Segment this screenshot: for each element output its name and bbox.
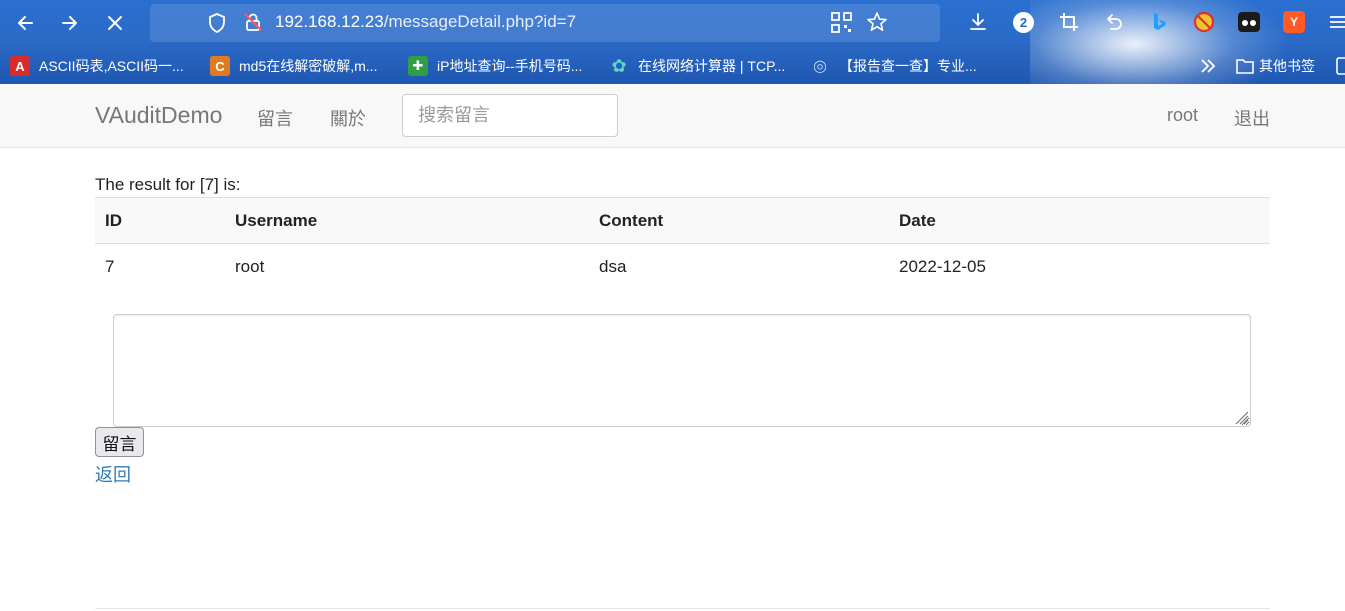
browser-nav-bar: 192.168.12.23/messageDetail.php?id=7 2 Y bbox=[0, 0, 1345, 46]
extension-icon[interactable] bbox=[1237, 11, 1261, 33]
back-link[interactable]: 返回 bbox=[95, 461, 131, 487]
insecure-lock-icon[interactable] bbox=[242, 11, 264, 33]
bookmark-favicon-icon: ✚ bbox=[408, 56, 428, 76]
url-text[interactable]: 192.168.12.23/messageDetail.php?id=7 bbox=[275, 12, 576, 32]
result-heading: The result for [7] is: bbox=[95, 175, 241, 194]
message-table: ID Username Content Date 7 root dsa 2022… bbox=[95, 197, 1270, 290]
bookmark-label: 【报告查一查】专业... bbox=[839, 58, 977, 74]
bookmark-favicon-icon: C bbox=[210, 56, 230, 76]
bookmark-item[interactable]: ✿ 在线网络计算器 | TCP... bbox=[609, 55, 785, 77]
bing-icon[interactable] bbox=[1147, 10, 1171, 34]
badge-count: 2 bbox=[1019, 15, 1028, 30]
bookmark-label: ASCII码表,ASCII码一... bbox=[39, 58, 184, 74]
ad-block-icon[interactable] bbox=[1193, 11, 1215, 33]
nav-link-logout[interactable]: 退出 bbox=[1234, 105, 1270, 131]
cell-id: 7 bbox=[105, 257, 115, 276]
url-path: /messageDetail.php?id=7 bbox=[383, 12, 577, 31]
bookmark-item[interactable]: ◎ 【报告查一查】专业... bbox=[810, 55, 977, 77]
translate-extension-icon[interactable]: Y bbox=[1283, 11, 1305, 33]
download-icon[interactable] bbox=[967, 11, 989, 33]
message-textarea[interactable] bbox=[113, 314, 1251, 427]
bookmark-item[interactable]: A ASCII码表,ASCII码一... bbox=[10, 55, 184, 77]
footer-divider bbox=[95, 608, 1270, 609]
resize-grip-icon[interactable] bbox=[1231, 407, 1249, 425]
table-row: 7 root dsa 2022-12-05 bbox=[95, 244, 1270, 290]
brand-logo[interactable]: VAuditDemo bbox=[95, 102, 222, 129]
nav-link-about[interactable]: 關於 bbox=[330, 105, 366, 131]
forward-arrow-icon[interactable] bbox=[55, 8, 85, 38]
undo-icon[interactable] bbox=[1102, 11, 1124, 33]
stop-loading-icon[interactable] bbox=[100, 8, 130, 38]
crop-screenshot-icon[interactable] bbox=[1058, 11, 1080, 33]
bookmarks-bar: A ASCII码表,ASCII码一... C md5在线解密破解,m... ✚ … bbox=[0, 46, 1345, 84]
chevron-double-right-icon[interactable] bbox=[1198, 57, 1218, 75]
nav-link-user[interactable]: root bbox=[1167, 105, 1198, 126]
bookmark-label: md5在线解密破解,m... bbox=[239, 58, 378, 74]
folder-icon bbox=[1236, 58, 1254, 74]
other-bookmarks-label: 其他书签 bbox=[1259, 58, 1315, 74]
qr-code-icon[interactable] bbox=[831, 12, 852, 33]
bookmark-label: iP地址查询--手机号码... bbox=[437, 58, 583, 74]
back-arrow-icon[interactable] bbox=[10, 8, 40, 38]
column-header-date: Date bbox=[899, 211, 936, 230]
mobile-bookmarks-icon[interactable] bbox=[1336, 57, 1345, 75]
nav-link-messages[interactable]: 留言 bbox=[257, 105, 293, 131]
bookmark-favicon-icon: A bbox=[10, 56, 30, 76]
other-bookmarks-folder[interactable]: 其他书签 bbox=[1236, 55, 1315, 77]
bookmark-star-icon[interactable] bbox=[866, 11, 888, 33]
cell-username: root bbox=[235, 257, 265, 276]
table-header-row: ID Username Content Date bbox=[95, 198, 1270, 244]
notification-badge-icon[interactable]: 2 bbox=[1013, 12, 1034, 33]
shield-icon[interactable] bbox=[206, 12, 228, 34]
bookmark-favicon-icon: ◎ bbox=[813, 58, 827, 75]
search-input[interactable] bbox=[402, 94, 618, 137]
column-header-username: Username bbox=[235, 211, 318, 230]
cell-content: dsa bbox=[599, 257, 627, 276]
column-header-id: ID bbox=[105, 211, 122, 230]
bookmark-label: 在线网络计算器 | TCP... bbox=[638, 58, 786, 74]
submit-message-button[interactable]: 留言 bbox=[95, 427, 144, 457]
bookmark-item[interactable]: ✚ iP地址查询--手机号码... bbox=[408, 55, 582, 77]
url-host: 192.168.12.23 bbox=[275, 12, 384, 31]
bookmark-favicon-icon: ✿ bbox=[611, 55, 627, 76]
site-navbar: VAuditDemo 留言 關於 root 退出 bbox=[0, 84, 1345, 148]
cell-date: 2022-12-05 bbox=[899, 257, 986, 276]
browser-toolbar: 192.168.12.23/messageDetail.php?id=7 2 Y bbox=[0, 0, 1345, 84]
menu-icon[interactable] bbox=[1327, 12, 1345, 32]
bookmark-item[interactable]: C md5在线解密破解,m... bbox=[210, 55, 377, 77]
column-header-content: Content bbox=[599, 211, 664, 230]
